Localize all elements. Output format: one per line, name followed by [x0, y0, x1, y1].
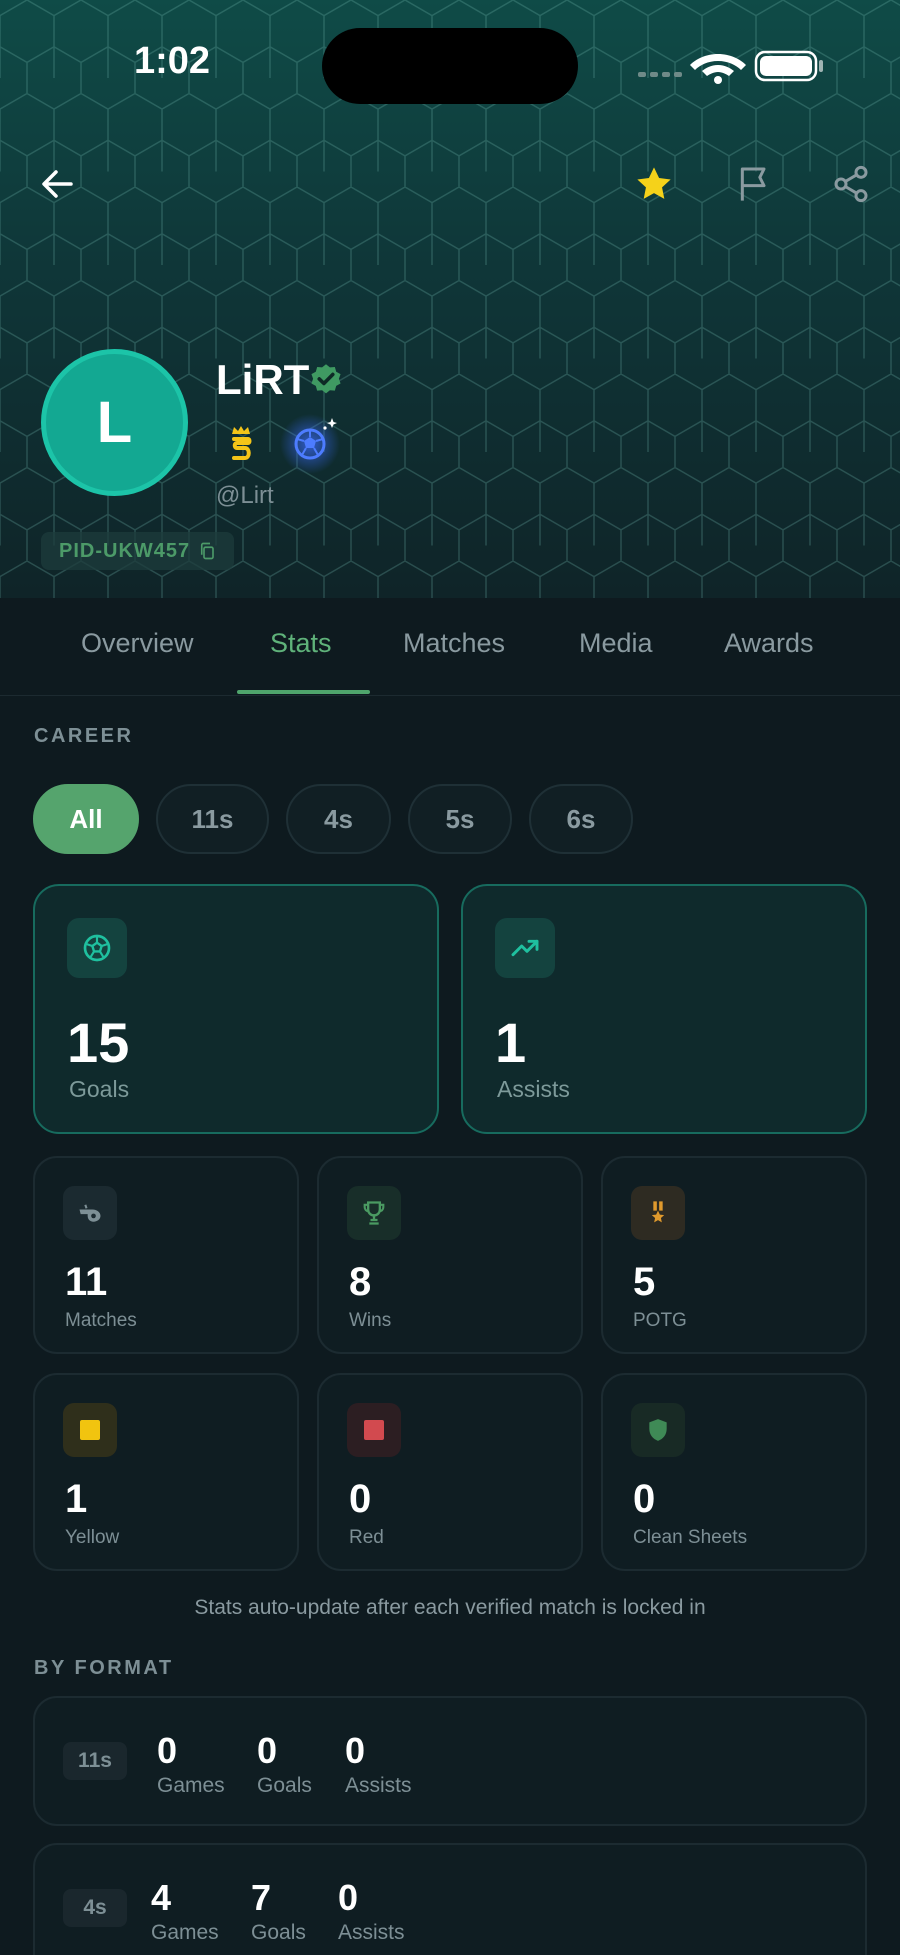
- format-goals-value: 7: [251, 1877, 272, 1918]
- format-row-4s[interactable]: 4s 4 Games 7 Goals 0 Assists: [33, 1843, 867, 1955]
- whistle-icon: [63, 1186, 117, 1240]
- format-tag: 4s: [63, 1889, 127, 1927]
- arrow-left-icon: [42, 170, 73, 198]
- flag-icon: [740, 167, 766, 201]
- goals-card[interactable]: 15 Goals: [33, 884, 439, 1134]
- back-button[interactable]: [29, 156, 85, 212]
- share-button[interactable]: [823, 156, 879, 212]
- red-cards-card[interactable]: 0 Red: [317, 1373, 583, 1571]
- shield-icon: [631, 1403, 685, 1457]
- dynamic-island: [322, 28, 578, 104]
- format-assists-value: 0: [345, 1730, 366, 1771]
- soccer-ball-icon: [67, 918, 127, 978]
- status-time: 1:02: [134, 40, 211, 82]
- avatar: L: [41, 349, 188, 496]
- battery-icon: [754, 50, 823, 82]
- tab-overview[interactable]: Overview: [81, 628, 194, 659]
- red-value: 0: [349, 1477, 372, 1521]
- stats-auto-update-note: Stats auto-update after each verified ma…: [194, 1596, 706, 1619]
- copy-icon[interactable]: [198, 542, 216, 560]
- pid-chip[interactable]: PID-UKW457: [41, 532, 235, 570]
- matches-card[interactable]: 11 Matches: [33, 1156, 299, 1354]
- format-games-label: Games: [157, 1774, 225, 1797]
- format-assists-label: Assists: [345, 1774, 412, 1797]
- signal-icon: [638, 72, 682, 77]
- format-goals-label: Goals: [257, 1774, 312, 1797]
- player-name: LiRT: [216, 356, 310, 403]
- format-goals: 0 Goals: [257, 1730, 312, 1798]
- format-games: 0 Games: [157, 1730, 225, 1798]
- potg-label: POTG: [633, 1310, 687, 1331]
- yellow-cards-card[interactable]: 1 Yellow: [33, 1373, 299, 1571]
- by-format-section-label: BY FORMAT: [34, 1657, 174, 1679]
- assists-label: Assists: [497, 1076, 570, 1102]
- tab-media[interactable]: Media: [579, 628, 653, 659]
- format-assists-value: 0: [338, 1877, 359, 1918]
- potg-value: 5: [633, 1260, 656, 1304]
- red-card-icon: [347, 1403, 401, 1457]
- wins-value: 8: [349, 1260, 372, 1304]
- goals-label: Goals: [69, 1076, 130, 1102]
- star-icon: [637, 167, 671, 199]
- format-goals: 7 Goals: [251, 1877, 306, 1945]
- format-tag: 11s: [63, 1742, 127, 1780]
- format-row-11s[interactable]: 11s 0 Games 0 Goals 0 Assists: [33, 1696, 867, 1826]
- yellow-value: 1: [65, 1477, 88, 1521]
- share-icon: [834, 165, 868, 203]
- active-tab-indicator: [237, 690, 370, 694]
- clean-sheets-card[interactable]: 0 Clean Sheets: [601, 1373, 867, 1571]
- format-assists: 0 Assists: [345, 1730, 412, 1798]
- tab-stats[interactable]: Stats: [270, 628, 332, 659]
- format-assists-label: Assists: [338, 1921, 405, 1944]
- verified-badge-icon: [311, 364, 341, 394]
- pid-text: PID-UKW457: [59, 539, 191, 562]
- favorite-button[interactable]: [626, 156, 682, 212]
- red-label: Red: [349, 1527, 384, 1548]
- crown-badge-icon: [232, 426, 252, 460]
- career-section-label: CAREER: [34, 725, 134, 747]
- status-icons: [638, 50, 823, 84]
- assists-card[interactable]: 1 Assists: [461, 884, 867, 1134]
- potg-card[interactable]: 5 POTG: [601, 1156, 867, 1354]
- format-games-value: 0: [157, 1730, 178, 1771]
- tab-matches[interactable]: Matches: [403, 628, 505, 659]
- filter-chip-6s[interactable]: 6s: [529, 784, 633, 854]
- ball-badge-icon: [280, 414, 340, 474]
- assists-value: 1: [495, 1011, 527, 1074]
- format-games-label: Games: [151, 1921, 219, 1944]
- tab-awards[interactable]: Awards: [724, 628, 814, 659]
- yellow-card-icon: [63, 1403, 117, 1457]
- matches-value: 11: [65, 1260, 108, 1304]
- goals-value: 15: [67, 1011, 130, 1074]
- player-handle: @Lirt: [216, 482, 274, 509]
- format-goals-label: Goals: [251, 1921, 306, 1944]
- format-assists: 0 Assists: [338, 1877, 405, 1945]
- yellow-label: Yellow: [65, 1527, 120, 1548]
- format-games: 4 Games: [151, 1877, 219, 1945]
- profile-header: 1:02 L LiRT @Lirt PID-UKW457: [0, 0, 900, 598]
- clean-sheets-value: 0: [633, 1477, 656, 1521]
- wifi-icon: [690, 54, 746, 84]
- clean-sheets-label: Clean Sheets: [633, 1527, 748, 1548]
- report-button[interactable]: [726, 156, 782, 212]
- format-goals-value: 0: [257, 1730, 278, 1771]
- filter-chip-5s[interactable]: 5s: [408, 784, 512, 854]
- trophy-icon: [347, 1186, 401, 1240]
- medal-icon: [631, 1186, 685, 1240]
- filter-chip-all[interactable]: All: [33, 784, 139, 854]
- wins-card[interactable]: 8 Wins: [317, 1156, 583, 1354]
- filter-chip-11s[interactable]: 11s: [156, 784, 269, 854]
- filter-chip-4s[interactable]: 4s: [286, 784, 391, 854]
- profile-tabs: Overview Stats Matches Media Awards: [0, 598, 900, 696]
- trending-up-icon: [495, 918, 555, 978]
- matches-label: Matches: [65, 1310, 137, 1331]
- wins-label: Wins: [349, 1310, 392, 1331]
- format-games-value: 4: [151, 1877, 172, 1918]
